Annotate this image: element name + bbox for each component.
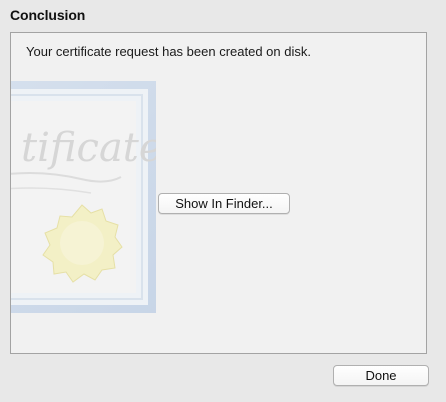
assistant-window: Conclusion Your certificate request has …	[0, 0, 446, 402]
show-in-finder-button[interactable]: Show In Finder...	[158, 193, 290, 214]
result-message: Your certificate request has been create…	[26, 44, 311, 59]
done-button[interactable]: Done	[333, 365, 429, 386]
certificate-watermark-text: tificate	[21, 125, 156, 171]
certificate-icon: tificate	[11, 81, 156, 313]
conclusion-panel: Your certificate request has been create…	[10, 32, 427, 354]
section-title: Conclusion	[10, 7, 86, 23]
